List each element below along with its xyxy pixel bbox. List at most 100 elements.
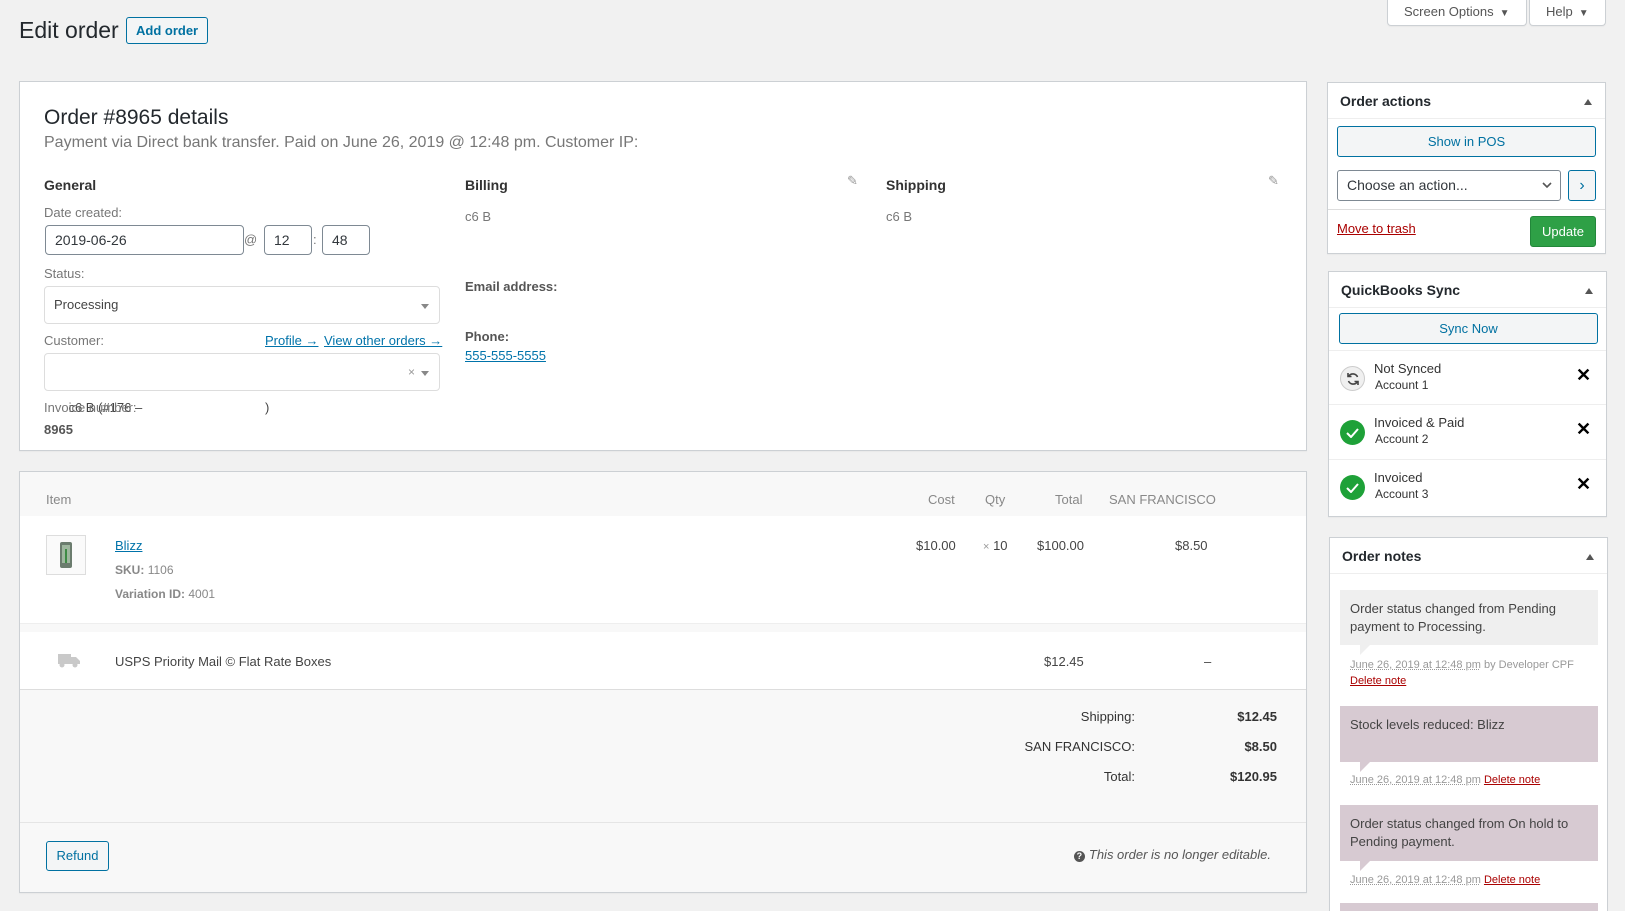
close-icon[interactable]: ✕ xyxy=(1576,419,1591,440)
screen-options-label: Screen Options xyxy=(1404,4,1494,19)
order-notes-title-text: Order notes xyxy=(1342,548,1422,564)
profile-link[interactable]: Profile → xyxy=(265,333,318,348)
sync-status: Invoiced & Paid xyxy=(1374,415,1465,430)
sync-status: Not Synced xyxy=(1374,361,1442,376)
product-thumbnail xyxy=(46,535,86,575)
move-to-trash-link[interactable]: Move to trash xyxy=(1337,221,1416,236)
status-select[interactable]: Processing xyxy=(44,286,440,324)
show-in-pos-button[interactable]: Show in POS xyxy=(1337,126,1596,157)
qty-value: 10 xyxy=(993,538,1008,553)
table-row: Blizz SKU: 1106 Variation ID: 4001 $10.0… xyxy=(20,516,1306,624)
general-title: General xyxy=(44,177,97,193)
order-data-panel: Order #8965 details Payment via Direct b… xyxy=(19,81,1307,451)
add-order-button[interactable]: Add order xyxy=(126,17,209,44)
chevron-down-icon xyxy=(1542,182,1552,189)
order-actions-title[interactable]: Order actions xyxy=(1328,83,1605,119)
sync-account: Account 2 xyxy=(1375,432,1429,446)
phone-link[interactable]: 555-555-5555 xyxy=(465,348,546,363)
variation-value: 4001 xyxy=(188,587,216,601)
col-total: Total xyxy=(1055,492,1083,507)
minute-input[interactable]: 48 xyxy=(322,225,370,255)
refund-button[interactable]: Refund xyxy=(46,841,109,871)
divider xyxy=(1328,209,1605,210)
billing-title: Billing xyxy=(465,177,508,193)
invoice-label: Invoice number: xyxy=(44,400,137,415)
col-qty: Qty xyxy=(985,492,1006,507)
note-pointer xyxy=(1360,861,1370,871)
sync-row: Invoiced & Paid Account 2 ✕ xyxy=(1329,405,1606,460)
shipping-method-name: USPS Priority Mail © Flat Rate Boxes xyxy=(115,654,332,669)
not-editable-text: This order is no longer editable. xyxy=(1088,847,1271,862)
order-meta: Payment via Direct bank transfer. Paid o… xyxy=(44,134,639,151)
delete-note-link[interactable]: Delete note xyxy=(1484,874,1540,886)
quickbooks-title[interactable]: QuickBooks Sync xyxy=(1329,272,1606,308)
shipping-row: USPS Priority Mail © Flat Rate Boxes $12… xyxy=(20,632,1306,690)
caret-down-icon: ▼ xyxy=(1499,8,1510,19)
edit-shipping-icon[interactable]: ✎ xyxy=(1268,173,1279,189)
delete-note-link[interactable]: Delete note xyxy=(1350,675,1406,687)
sync-icon xyxy=(1340,366,1365,391)
totals-total-value: $120.95 xyxy=(1230,769,1277,784)
note-date: June 26, 2019 at 12:48 pm xyxy=(1350,659,1481,671)
help-button[interactable]: Help ▼ xyxy=(1529,0,1606,26)
date-created-label: Date created: xyxy=(44,205,123,220)
screen-options-button[interactable]: Screen Options ▼ xyxy=(1387,0,1527,26)
order-notes-title[interactable]: Order notes xyxy=(1330,538,1607,574)
phone-label: Phone: xyxy=(465,329,510,344)
chevron-down-icon xyxy=(421,371,429,376)
col-tax: SAN FRANCISCO xyxy=(1109,492,1216,507)
qty-times: × xyxy=(983,541,990,553)
totals-total-label: Total: xyxy=(1103,769,1135,784)
item-total: $100.00 xyxy=(1037,538,1084,553)
status-value: Processing xyxy=(54,297,119,312)
order-items-panel: Item Cost Qty Total SAN FRANCISCO Blizz … xyxy=(19,471,1307,893)
collapse-icon[interactable] xyxy=(1584,99,1592,105)
note-pointer xyxy=(1360,645,1370,655)
hour-input[interactable]: 12 xyxy=(264,225,312,255)
order-actions-title-text: Order actions xyxy=(1340,93,1432,109)
truck-icon xyxy=(58,652,80,673)
col-cost: Cost xyxy=(928,492,955,507)
close-icon[interactable]: ✕ xyxy=(1576,365,1591,386)
shipping-line-tax: – xyxy=(1204,654,1212,669)
note-text: Order status changed from Pending paymen… xyxy=(1350,601,1556,634)
note-author: by Developer CPF xyxy=(1483,659,1574,671)
apply-action-button[interactable]: › xyxy=(1568,170,1596,201)
clear-icon[interactable]: × xyxy=(408,354,415,390)
edit-billing-icon[interactable]: ✎ xyxy=(847,173,858,189)
sync-account: Account 1 xyxy=(1375,378,1429,392)
collapse-icon[interactable] xyxy=(1585,288,1593,294)
page-title: Edit order xyxy=(19,17,119,43)
help-label: Help xyxy=(1546,4,1573,19)
totals-tax-value: $8.50 xyxy=(1244,739,1277,754)
update-button[interactable]: Update xyxy=(1530,216,1596,247)
note-meta: June 26, 2019 at 12:48 pm Delete note xyxy=(1350,774,1607,786)
view-other-orders-link[interactable]: View other orders → xyxy=(324,333,442,348)
not-editable-notice: ? This order is no longer editable. xyxy=(1073,847,1271,862)
order-heading: Order #8965 details xyxy=(44,106,229,129)
item-tax: $8.50 xyxy=(1175,538,1208,553)
col-item: Item xyxy=(46,492,72,507)
sku-value: 1106 xyxy=(147,563,174,577)
caret-down-icon: ▼ xyxy=(1578,8,1589,19)
help-icon: ? xyxy=(1073,851,1085,862)
sync-now-button[interactable]: Sync Now xyxy=(1339,313,1598,344)
invoice-number: 8965 xyxy=(44,422,73,437)
sku-line: SKU: 1106 xyxy=(115,563,174,577)
sync-status: Invoiced xyxy=(1374,470,1423,485)
note-pointer xyxy=(1360,762,1370,772)
customer-select[interactable]: c6 B (#176 – ) × xyxy=(44,353,440,415)
product-name-link[interactable]: Blizz xyxy=(115,538,142,553)
status-label: Status: xyxy=(44,266,85,281)
sync-row: Invoiced Account 3 ✕ xyxy=(1329,460,1606,516)
order-action-select[interactable]: Choose an action... xyxy=(1337,170,1561,201)
totals-shipping-value: $12.45 xyxy=(1237,709,1277,724)
collapse-icon[interactable] xyxy=(1586,554,1594,560)
quickbooks-sync-box: QuickBooks Sync Sync Now Not Synced Acco… xyxy=(1328,271,1607,517)
delete-note-link[interactable]: Delete note xyxy=(1484,774,1540,786)
sku-label: SKU: xyxy=(115,563,145,577)
items-actions-bar: Refund ? This order is no longer editable… xyxy=(20,822,1306,892)
sync-account: Account 3 xyxy=(1375,487,1429,501)
close-icon[interactable]: ✕ xyxy=(1576,474,1591,495)
date-created-input[interactable]: 2019-06-26 xyxy=(45,225,244,255)
